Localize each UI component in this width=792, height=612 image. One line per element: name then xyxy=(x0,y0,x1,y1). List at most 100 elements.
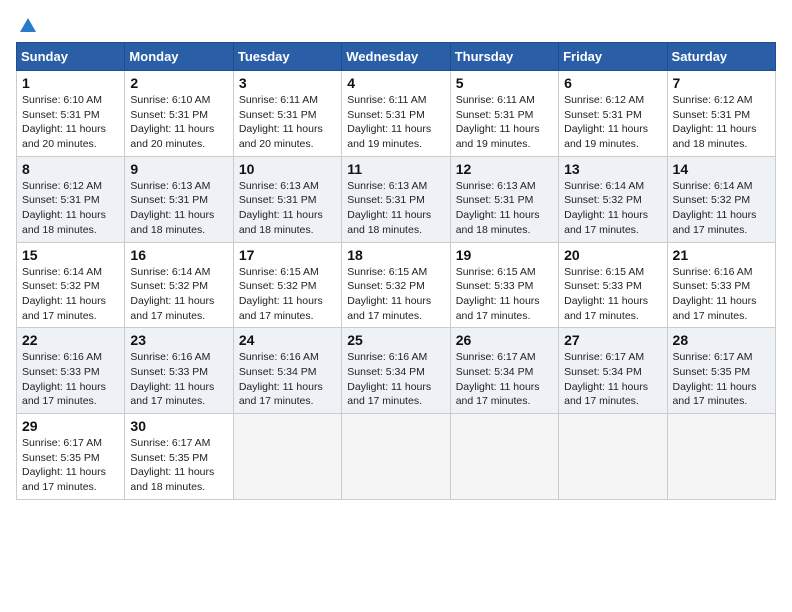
day-number: 8 xyxy=(22,161,119,177)
calendar-cell: 17 Sunrise: 6:15 AM Sunset: 5:32 PM Dayl… xyxy=(233,242,341,328)
calendar-cell xyxy=(342,414,450,500)
day-number: 17 xyxy=(239,247,336,263)
calendar-cell: 2 Sunrise: 6:10 AM Sunset: 5:31 PM Dayli… xyxy=(125,71,233,157)
day-number: 25 xyxy=(347,332,444,348)
calendar-header-row: SundayMondayTuesdayWednesdayThursdayFrid… xyxy=(17,43,776,71)
calendar-week-row: 8 Sunrise: 6:12 AM Sunset: 5:31 PM Dayli… xyxy=(17,156,776,242)
calendar-cell: 9 Sunrise: 6:13 AM Sunset: 5:31 PM Dayli… xyxy=(125,156,233,242)
day-info: Sunrise: 6:15 AM Sunset: 5:33 PM Dayligh… xyxy=(456,265,553,324)
day-number: 15 xyxy=(22,247,119,263)
page-header xyxy=(16,16,776,34)
calendar-cell: 24 Sunrise: 6:16 AM Sunset: 5:34 PM Dayl… xyxy=(233,328,341,414)
calendar-cell: 21 Sunrise: 6:16 AM Sunset: 5:33 PM Dayl… xyxy=(667,242,775,328)
day-number: 26 xyxy=(456,332,553,348)
calendar-table: SundayMondayTuesdayWednesdayThursdayFrid… xyxy=(16,42,776,500)
day-info: Sunrise: 6:16 AM Sunset: 5:33 PM Dayligh… xyxy=(130,350,227,409)
calendar-cell: 29 Sunrise: 6:17 AM Sunset: 5:35 PM Dayl… xyxy=(17,414,125,500)
day-number: 30 xyxy=(130,418,227,434)
calendar-cell: 14 Sunrise: 6:14 AM Sunset: 5:32 PM Dayl… xyxy=(667,156,775,242)
day-info: Sunrise: 6:17 AM Sunset: 5:34 PM Dayligh… xyxy=(564,350,661,409)
calendar-cell: 16 Sunrise: 6:14 AM Sunset: 5:32 PM Dayl… xyxy=(125,242,233,328)
calendar-cell: 20 Sunrise: 6:15 AM Sunset: 5:33 PM Dayl… xyxy=(559,242,667,328)
day-number: 12 xyxy=(456,161,553,177)
calendar-cell: 19 Sunrise: 6:15 AM Sunset: 5:33 PM Dayl… xyxy=(450,242,558,328)
day-number: 7 xyxy=(673,75,770,91)
day-info: Sunrise: 6:17 AM Sunset: 5:35 PM Dayligh… xyxy=(673,350,770,409)
day-info: Sunrise: 6:11 AM Sunset: 5:31 PM Dayligh… xyxy=(347,93,444,152)
day-info: Sunrise: 6:12 AM Sunset: 5:31 PM Dayligh… xyxy=(22,179,119,238)
calendar-week-row: 29 Sunrise: 6:17 AM Sunset: 5:35 PM Dayl… xyxy=(17,414,776,500)
day-info: Sunrise: 6:13 AM Sunset: 5:31 PM Dayligh… xyxy=(347,179,444,238)
day-number: 10 xyxy=(239,161,336,177)
calendar-cell: 26 Sunrise: 6:17 AM Sunset: 5:34 PM Dayl… xyxy=(450,328,558,414)
day-info: Sunrise: 6:10 AM Sunset: 5:31 PM Dayligh… xyxy=(22,93,119,152)
calendar-cell: 25 Sunrise: 6:16 AM Sunset: 5:34 PM Dayl… xyxy=(342,328,450,414)
day-number: 21 xyxy=(673,247,770,263)
day-number: 19 xyxy=(456,247,553,263)
day-number: 22 xyxy=(22,332,119,348)
day-info: Sunrise: 6:13 AM Sunset: 5:31 PM Dayligh… xyxy=(130,179,227,238)
day-info: Sunrise: 6:15 AM Sunset: 5:32 PM Dayligh… xyxy=(239,265,336,324)
day-number: 23 xyxy=(130,332,227,348)
day-info: Sunrise: 6:10 AM Sunset: 5:31 PM Dayligh… xyxy=(130,93,227,152)
calendar-cell xyxy=(559,414,667,500)
day-number: 11 xyxy=(347,161,444,177)
day-number: 6 xyxy=(564,75,661,91)
day-of-week-header: Tuesday xyxy=(233,43,341,71)
day-of-week-header: Sunday xyxy=(17,43,125,71)
logo-icon xyxy=(18,16,38,36)
calendar-cell: 18 Sunrise: 6:15 AM Sunset: 5:32 PM Dayl… xyxy=(342,242,450,328)
day-number: 27 xyxy=(564,332,661,348)
day-info: Sunrise: 6:13 AM Sunset: 5:31 PM Dayligh… xyxy=(456,179,553,238)
day-number: 1 xyxy=(22,75,119,91)
calendar-cell xyxy=(450,414,558,500)
day-info: Sunrise: 6:16 AM Sunset: 5:33 PM Dayligh… xyxy=(22,350,119,409)
day-number: 16 xyxy=(130,247,227,263)
calendar-cell: 1 Sunrise: 6:10 AM Sunset: 5:31 PM Dayli… xyxy=(17,71,125,157)
logo xyxy=(16,16,38,34)
day-info: Sunrise: 6:16 AM Sunset: 5:33 PM Dayligh… xyxy=(673,265,770,324)
calendar-week-row: 1 Sunrise: 6:10 AM Sunset: 5:31 PM Dayli… xyxy=(17,71,776,157)
day-number: 18 xyxy=(347,247,444,263)
calendar-cell: 6 Sunrise: 6:12 AM Sunset: 5:31 PM Dayli… xyxy=(559,71,667,157)
day-number: 9 xyxy=(130,161,227,177)
calendar-cell: 3 Sunrise: 6:11 AM Sunset: 5:31 PM Dayli… xyxy=(233,71,341,157)
day-info: Sunrise: 6:14 AM Sunset: 5:32 PM Dayligh… xyxy=(673,179,770,238)
calendar-cell: 30 Sunrise: 6:17 AM Sunset: 5:35 PM Dayl… xyxy=(125,414,233,500)
day-of-week-header: Thursday xyxy=(450,43,558,71)
day-number: 28 xyxy=(673,332,770,348)
day-info: Sunrise: 6:17 AM Sunset: 5:34 PM Dayligh… xyxy=(456,350,553,409)
day-number: 14 xyxy=(673,161,770,177)
day-info: Sunrise: 6:15 AM Sunset: 5:32 PM Dayligh… xyxy=(347,265,444,324)
calendar-week-row: 22 Sunrise: 6:16 AM Sunset: 5:33 PM Dayl… xyxy=(17,328,776,414)
calendar-cell: 10 Sunrise: 6:13 AM Sunset: 5:31 PM Dayl… xyxy=(233,156,341,242)
day-info: Sunrise: 6:12 AM Sunset: 5:31 PM Dayligh… xyxy=(564,93,661,152)
calendar-cell: 28 Sunrise: 6:17 AM Sunset: 5:35 PM Dayl… xyxy=(667,328,775,414)
calendar-cell: 8 Sunrise: 6:12 AM Sunset: 5:31 PM Dayli… xyxy=(17,156,125,242)
day-of-week-header: Monday xyxy=(125,43,233,71)
day-of-week-header: Wednesday xyxy=(342,43,450,71)
calendar-cell: 5 Sunrise: 6:11 AM Sunset: 5:31 PM Dayli… xyxy=(450,71,558,157)
calendar-cell xyxy=(667,414,775,500)
day-of-week-header: Saturday xyxy=(667,43,775,71)
calendar-week-row: 15 Sunrise: 6:14 AM Sunset: 5:32 PM Dayl… xyxy=(17,242,776,328)
day-info: Sunrise: 6:17 AM Sunset: 5:35 PM Dayligh… xyxy=(130,436,227,495)
calendar-cell: 23 Sunrise: 6:16 AM Sunset: 5:33 PM Dayl… xyxy=(125,328,233,414)
day-of-week-header: Friday xyxy=(559,43,667,71)
day-info: Sunrise: 6:16 AM Sunset: 5:34 PM Dayligh… xyxy=(239,350,336,409)
day-info: Sunrise: 6:13 AM Sunset: 5:31 PM Dayligh… xyxy=(239,179,336,238)
day-info: Sunrise: 6:11 AM Sunset: 5:31 PM Dayligh… xyxy=(239,93,336,152)
day-info: Sunrise: 6:14 AM Sunset: 5:32 PM Dayligh… xyxy=(22,265,119,324)
calendar-cell: 7 Sunrise: 6:12 AM Sunset: 5:31 PM Dayli… xyxy=(667,71,775,157)
day-info: Sunrise: 6:11 AM Sunset: 5:31 PM Dayligh… xyxy=(456,93,553,152)
calendar-cell: 12 Sunrise: 6:13 AM Sunset: 5:31 PM Dayl… xyxy=(450,156,558,242)
day-number: 20 xyxy=(564,247,661,263)
day-number: 5 xyxy=(456,75,553,91)
calendar-cell: 13 Sunrise: 6:14 AM Sunset: 5:32 PM Dayl… xyxy=(559,156,667,242)
calendar-cell xyxy=(233,414,341,500)
calendar-cell: 4 Sunrise: 6:11 AM Sunset: 5:31 PM Dayli… xyxy=(342,71,450,157)
day-info: Sunrise: 6:14 AM Sunset: 5:32 PM Dayligh… xyxy=(130,265,227,324)
day-number: 24 xyxy=(239,332,336,348)
day-info: Sunrise: 6:15 AM Sunset: 5:33 PM Dayligh… xyxy=(564,265,661,324)
calendar-cell: 11 Sunrise: 6:13 AM Sunset: 5:31 PM Dayl… xyxy=(342,156,450,242)
